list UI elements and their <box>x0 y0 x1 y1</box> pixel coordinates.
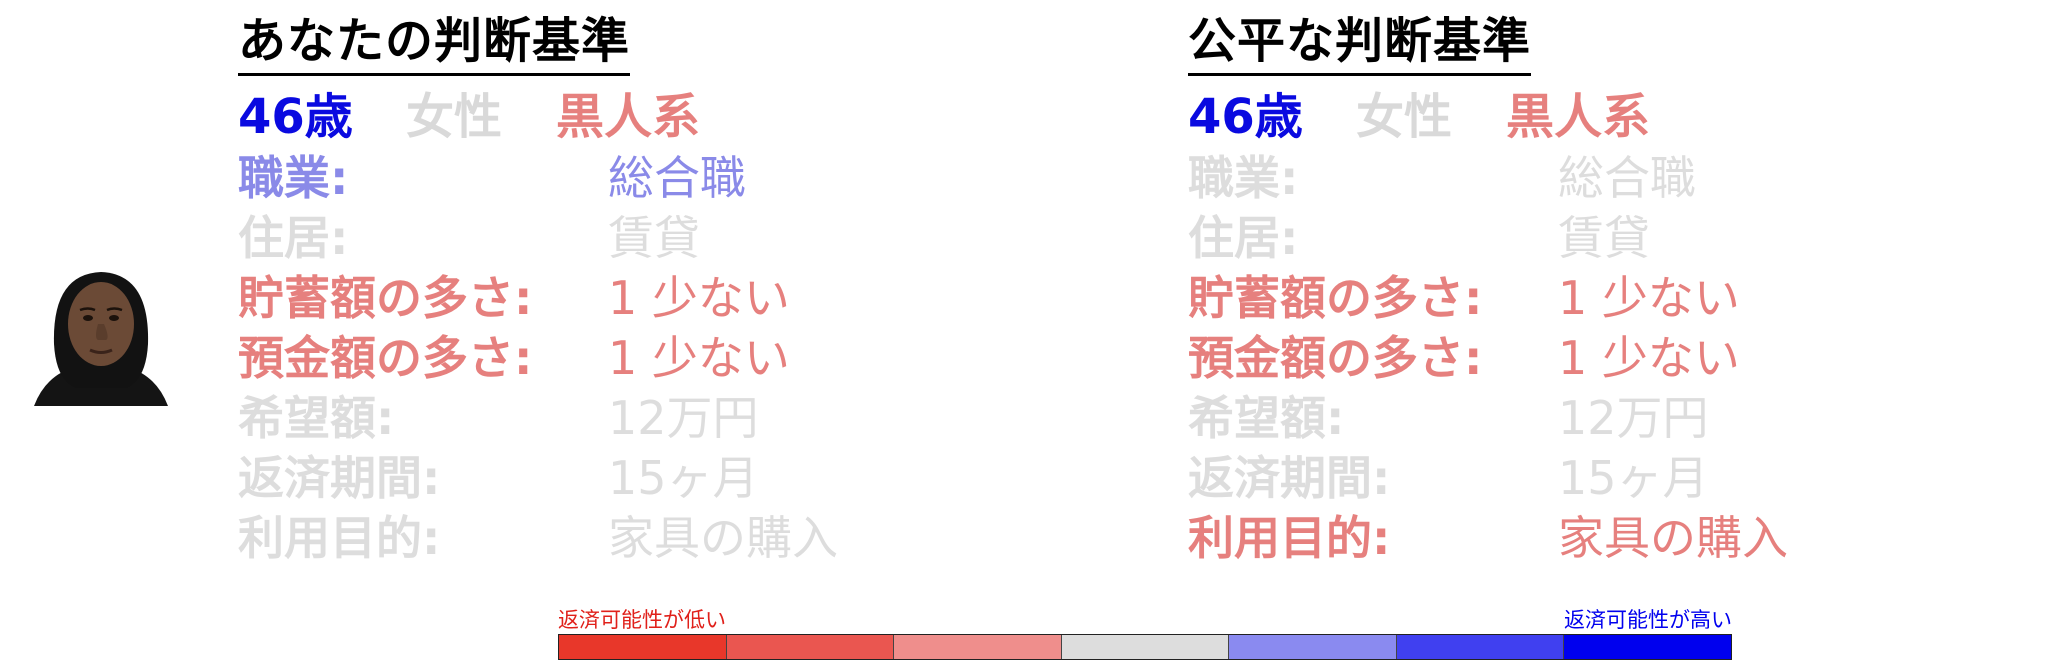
attribute-value: 12万円 <box>1558 391 1709 446</box>
attribute-value: 15ヶ月 <box>1558 451 1709 506</box>
attribute-row-housing: 住居: 賃貸 <box>238 208 1138 268</box>
applicant-photo <box>26 262 176 406</box>
attribute-label: 希望額: <box>1188 391 1345 446</box>
demographics-row: 46歳 女性 黒人系 <box>238 86 1138 148</box>
attribute-label: 希望額: <box>238 391 395 446</box>
gender-label: 女性 <box>1356 89 1453 146</box>
attribute-label: 職業: <box>1188 151 1299 206</box>
attribute-value: 1 少ない <box>608 271 790 326</box>
attribute-label: 返済期間: <box>238 451 441 506</box>
attribute-value: 1 少ない <box>608 331 790 386</box>
attribute-row-purpose: 利用目的: 家具の購入 <box>238 508 1138 568</box>
attribute-row-deposits: 預金額の多さ: 1 少ない <box>238 328 1138 388</box>
attribute-row-requested-amount: 希望額: 12万円 <box>238 388 1138 448</box>
attribute-row-deposits: 預金額の多さ: 1 少ない <box>1188 328 2048 388</box>
attribute-label: 職業: <box>238 151 349 206</box>
attribute-row-repayment-period: 返済期間: 15ヶ月 <box>1188 448 2048 508</box>
attribute-label: 預金額の多さ: <box>238 331 533 386</box>
color-scale-bar <box>558 634 1732 660</box>
panel-title: 公平な判断基準 <box>1188 13 1532 77</box>
scale-segment <box>1564 635 1732 659</box>
attribute-row-purpose: 利用目的: 家具の購入 <box>1188 508 2048 568</box>
attribute-label: 返済期間: <box>1188 451 1391 506</box>
your-criteria-panel: あなたの判断基準 46歳 女性 黒人系 職業: 総合職 住居: 賃貸 貯蓄額の多さ:… <box>238 13 1138 568</box>
race-label: 黒人系 <box>1506 89 1651 146</box>
scale-segment <box>1396 635 1565 659</box>
attribute-value: 賃貸 <box>1558 211 1650 266</box>
attribute-value: 賃貸 <box>608 211 700 266</box>
scale-segment <box>726 635 895 659</box>
gender-label: 女性 <box>406 89 503 146</box>
attribute-row-requested-amount: 希望額: 12万円 <box>1188 388 2048 448</box>
attribute-label: 貯蓄額の多さ: <box>1188 271 1483 326</box>
attribute-row-housing: 住居: 賃貸 <box>1188 208 2048 268</box>
attribute-row-repayment-period: 返済期間: 15ヶ月 <box>238 448 1138 508</box>
attribute-value: 家具の購入 <box>1558 511 1788 566</box>
attribute-row-occupation: 職業: 総合職 <box>238 148 1138 208</box>
age-label: 46歳 <box>1188 89 1303 146</box>
attribute-value: 12万円 <box>608 391 759 446</box>
fair-criteria-panel: 公平な判断基準 46歳 女性 黒人系 職業: 総合職 住居: 賃貸 貯蓄額の多さ: … <box>1188 13 2048 568</box>
attribute-value: 15ヶ月 <box>608 451 759 506</box>
attribute-value: 家具の購入 <box>608 511 838 566</box>
age-label: 46歳 <box>238 89 353 146</box>
attribute-label: 住居: <box>238 211 349 266</box>
attribute-label: 利用目的: <box>238 511 441 566</box>
legend-low-label: 返済可能性が低い <box>558 608 726 632</box>
attribute-value: 総合職 <box>608 151 746 206</box>
attribute-value: 総合職 <box>1558 151 1696 206</box>
scale-segment <box>1061 635 1230 659</box>
attribute-row-savings: 貯蓄額の多さ: 1 少ない <box>1188 268 2048 328</box>
panel-title: あなたの判断基準 <box>238 13 631 77</box>
attribute-label: 貯蓄額の多さ: <box>238 271 533 326</box>
attribute-value: 1 少ない <box>1558 331 1740 386</box>
attribute-label: 住居: <box>1188 211 1299 266</box>
scale-segment <box>1229 635 1397 659</box>
attribute-row-savings: 貯蓄額の多さ: 1 少ない <box>238 268 1138 328</box>
attribute-value: 1 少ない <box>1558 271 1740 326</box>
demographics-row: 46歳 女性 黒人系 <box>1188 86 2048 148</box>
race-label: 黒人系 <box>556 89 701 146</box>
attribute-row-occupation: 職業: 総合職 <box>1188 148 2048 208</box>
legend-high-label: 返済可能性が高い <box>1564 608 1732 632</box>
attribute-label: 利用目的: <box>1188 511 1391 566</box>
attribute-label: 預金額の多さ: <box>1188 331 1483 386</box>
scale-segment <box>894 635 1062 659</box>
scale-segment <box>559 635 727 659</box>
